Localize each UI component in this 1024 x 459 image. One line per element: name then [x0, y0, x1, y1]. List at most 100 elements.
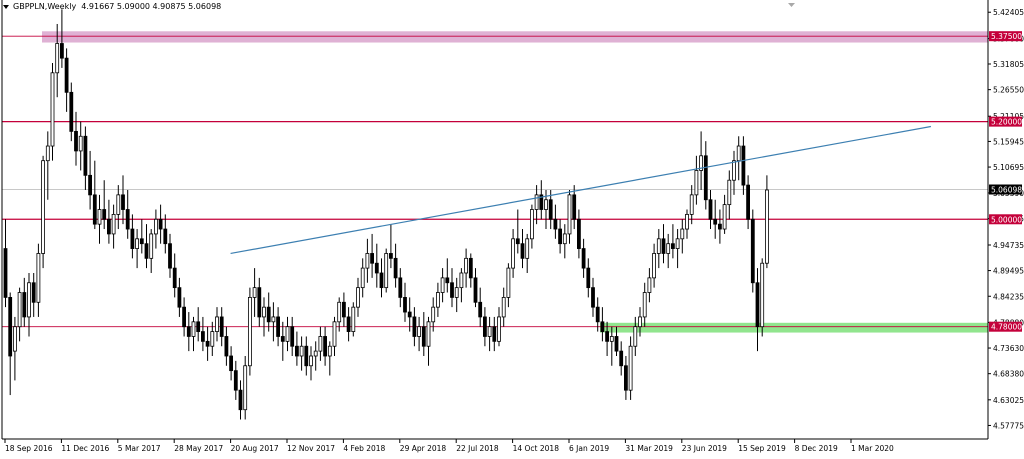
candle-body [633, 326, 638, 347]
candle [468, 253, 473, 288]
candle [426, 316, 431, 366]
candle-body [257, 287, 262, 318]
candle [577, 209, 581, 259]
candle-body [572, 194, 577, 220]
candle-body [186, 326, 191, 337]
candle-body [341, 301, 346, 318]
candle-body [290, 326, 295, 347]
candle-body [130, 228, 135, 249]
candle [12, 316, 17, 381]
y-tick-label: 4.73630 [993, 344, 1024, 353]
candle-body [374, 262, 379, 274]
candle-body [750, 218, 755, 284]
candle-body [17, 292, 22, 328]
x-tick-label: 5 Mar 2017 [118, 444, 161, 453]
candle [732, 150, 736, 195]
candle-body [431, 306, 436, 323]
candle [680, 219, 685, 254]
candle-body [558, 228, 562, 245]
candle-body [685, 213, 689, 230]
candle-body [247, 297, 252, 367]
candle [121, 175, 125, 225]
candle [172, 253, 177, 298]
x-tick-label: 29 Apr 2018 [400, 444, 447, 453]
candle-body [139, 238, 144, 245]
candle [78, 121, 83, 171]
candle-body [356, 287, 360, 308]
candle [69, 82, 74, 142]
candle-body [403, 297, 407, 313]
candle-body [464, 257, 469, 274]
candle-body [233, 370, 238, 391]
candle [139, 219, 144, 254]
candle-body [215, 316, 219, 332]
x-tick-label: 23 Jun 2019 [682, 444, 727, 453]
candle-body [271, 316, 276, 323]
dropdown-triangle-icon[interactable] [3, 4, 9, 9]
candle [558, 219, 562, 254]
shift-marker-icon [788, 3, 795, 7]
candle [290, 316, 295, 356]
candle-body [562, 233, 567, 245]
candle [83, 126, 88, 190]
candle [229, 346, 234, 381]
y-tick-label: 4.63025 [993, 396, 1024, 405]
candle [497, 307, 501, 347]
candle-body [459, 272, 464, 289]
candle [600, 307, 605, 342]
candle [454, 277, 459, 313]
candle-body [158, 218, 163, 230]
candle-body [168, 243, 172, 269]
level-price-label-text: 5.20000 [991, 118, 1022, 127]
candle-body [172, 267, 177, 289]
candle [346, 307, 351, 342]
candle-body [60, 43, 64, 59]
candle [243, 355, 248, 420]
candle [158, 204, 163, 244]
candle-body [736, 145, 741, 162]
candle-body [116, 194, 121, 215]
candle-body [31, 282, 36, 303]
candle-body [624, 365, 628, 391]
x-tick-label: 28 May 2017 [174, 444, 223, 453]
candle [50, 63, 55, 161]
candle [252, 268, 257, 317]
candle [708, 189, 713, 230]
candle-body [182, 306, 187, 328]
candle-body [323, 336, 328, 357]
candle-body [107, 218, 111, 235]
candle-body [680, 228, 685, 240]
candle-body [69, 91, 74, 132]
candle [299, 336, 304, 371]
candle [685, 209, 689, 239]
candle-body [83, 135, 88, 176]
candle [666, 233, 671, 269]
candle [135, 229, 140, 269]
candle-body [525, 238, 530, 259]
candle [718, 209, 722, 244]
candle [388, 224, 393, 269]
candle [200, 316, 205, 352]
candle-body [468, 257, 473, 279]
candle-body [694, 170, 699, 196]
y-tick-label: 5.10695 [993, 163, 1024, 172]
candle-body [765, 189, 769, 264]
candle [722, 194, 727, 234]
candle [736, 136, 741, 181]
level-price-label-text: 4.78000 [991, 323, 1022, 332]
candle [530, 204, 534, 249]
candle [247, 287, 252, 376]
candle [262, 297, 266, 337]
candle [313, 341, 318, 371]
x-tick-label: 6 Jan 2019 [569, 444, 609, 453]
candle [360, 258, 365, 298]
candle [304, 336, 309, 376]
candle-body [360, 267, 365, 289]
candle [125, 189, 130, 239]
price-chart[interactable]: 5.424055.370005.318055.265505.211055.159… [0, 0, 1024, 455]
candle [713, 199, 718, 239]
candle-body [285, 326, 290, 342]
candle-body [718, 223, 722, 230]
candle-body [92, 194, 97, 225]
candle [440, 268, 445, 303]
